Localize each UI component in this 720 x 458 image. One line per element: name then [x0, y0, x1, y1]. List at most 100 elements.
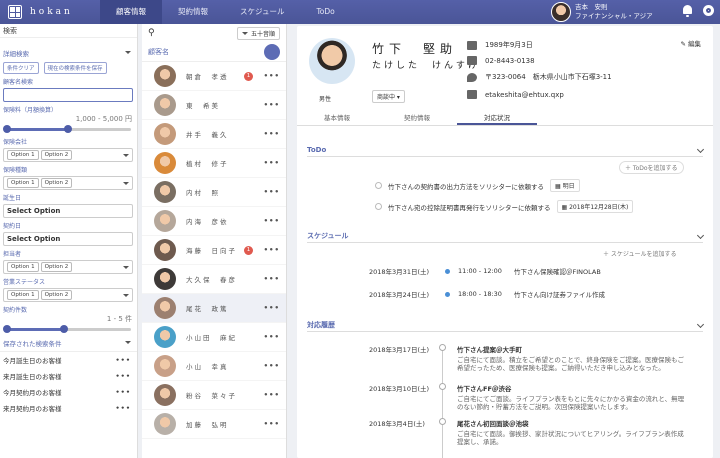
chevron-down-icon[interactable] [696, 231, 705, 240]
saved-search-title[interactable]: 保存された検索条件 [3, 338, 62, 348]
nav-todo[interactable]: ToDo [300, 0, 350, 24]
history-section-header[interactable]: 対応履歴 [307, 318, 705, 332]
insurer-chip-2[interactable]: Option 2 [40, 150, 73, 160]
more-icon[interactable]: ••• [264, 188, 280, 196]
more-icon[interactable]: ••• [264, 217, 280, 225]
user-menu[interactable]: 吉本 安則 ファイナンシャル・アジア [551, 2, 653, 22]
history-item[interactable]: 2018年3月17日(土) 竹下さん提案＠大手町 ご自宅にて面談。積立をご希望とのこ… [369, 344, 689, 372]
clear-filter-button[interactable]: 条件クリア [3, 62, 39, 74]
schedule-item[interactable]: 2018年3月31日(土) 11:00 - 12:00 竹下さん保険確認＠FINOL… [369, 266, 601, 276]
customer-row[interactable]: 井手 義久 ••• [142, 120, 286, 149]
nav-customers[interactable]: 顧客情報 [100, 0, 162, 24]
customer-detail-panel: 男性 竹下 堅助 たけした けんすけ 商談中 ▾ 1989年9月3日 02-84… [297, 26, 713, 458]
location-icon [467, 72, 477, 82]
premium-slider[interactable] [3, 125, 131, 133]
saved-search-item[interactable]: 今月誕生日のお客様 ••• [0, 352, 137, 368]
schedule-section-header[interactable]: スケジュール [307, 229, 705, 243]
more-icon[interactable]: ••• [116, 356, 131, 364]
more-icon[interactable]: ••• [264, 420, 280, 428]
more-icon[interactable]: ••• [116, 388, 131, 396]
more-icon[interactable]: ••• [264, 101, 280, 109]
more-icon[interactable]: ••• [264, 275, 280, 283]
history-item[interactable]: 2018年3月10日(土) 竹下さんFF＠渋谷 ご自宅にてご面談。ライフプラン表をも… [369, 383, 689, 411]
customer-row[interactable]: 内海 彦依 ••• [142, 207, 286, 236]
type-chip-2[interactable]: Option 2 [40, 178, 73, 188]
history-item[interactable]: 2018年3月4日(土) 尾花さん初回面談＠池袋 ご自宅にて面談。御挨拶、家計状況に… [369, 418, 689, 446]
todo-item[interactable]: 竹下さんの契約書の出力方法をソリシターに依頼する ▦ 明日 [375, 179, 580, 192]
todo-checkbox[interactable] [375, 203, 382, 210]
chevron-down-icon[interactable] [696, 320, 705, 329]
more-icon[interactable]: ••• [116, 404, 131, 412]
more-icon[interactable]: ••• [264, 362, 280, 370]
saved-search-item[interactable]: 今月契約月のお客様 ••• [0, 384, 137, 400]
staff-chip-2[interactable]: Option 2 [40, 262, 73, 272]
more-icon[interactable]: ••• [264, 72, 280, 80]
tab-contract-info[interactable]: 契約情報 [377, 110, 457, 125]
more-icon[interactable]: ••• [116, 372, 131, 380]
nav-contracts[interactable]: 契約情報 [162, 0, 224, 24]
tab-status[interactable]: 対応状況 [457, 110, 537, 125]
customer-row[interactable]: 植村 修子 ••• [142, 149, 286, 178]
customer-row[interactable]: 粉谷 菜々子 ••• [142, 381, 286, 410]
person-search-icon[interactable]: ⚲ [148, 28, 155, 38]
staff-select[interactable]: Option 1 Option 2 [3, 260, 133, 274]
saved-search-item[interactable]: 来月誕生日のお客様 ••• [0, 368, 137, 384]
insurer-select[interactable]: Option 1 Option 2 [3, 148, 133, 162]
contract-date-select[interactable]: Select Option [3, 232, 133, 246]
history-date: 2018年3月4日(土) [369, 420, 425, 428]
schedule-item[interactable]: 2018年3月24日(土) 18:00 - 18:30 竹下さん向け証券ファイル作成 [369, 289, 605, 299]
add-schedule-button[interactable]: ＋ スケジュールを追加する [603, 249, 677, 258]
more-icon[interactable]: ••• [264, 333, 280, 341]
bell-icon[interactable] [682, 5, 693, 17]
customer-row[interactable]: 海藤 日向子 1 ••• [142, 236, 286, 265]
staff-chip-1[interactable]: Option 1 [7, 262, 39, 272]
todo-date[interactable]: ▦ 2018年12月28日(木) [556, 200, 634, 213]
customer-row[interactable]: 内村 照 ••• [142, 178, 286, 207]
customer-row[interactable]: 朝倉 孝透 1 ••• [142, 62, 286, 91]
customer-search-input[interactable] [3, 88, 133, 102]
saved-search-item[interactable]: 来月契約月のお客様 ••• [0, 400, 137, 416]
add-customer-icon[interactable] [264, 43, 280, 60]
schedule-dot [445, 291, 450, 297]
detail-search-label[interactable]: 詳細検索 [3, 48, 29, 58]
more-icon[interactable]: ••• [264, 391, 280, 399]
user-name: 吉本 安則 [575, 3, 608, 11]
chevron-down-icon[interactable] [125, 51, 131, 54]
birthday-select[interactable]: Select Option [3, 204, 133, 218]
todo-section-header[interactable]: ToDo [307, 143, 705, 157]
todo-date[interactable]: ▦ 明日 [550, 179, 580, 192]
sort-select[interactable]: 五十音順 [236, 26, 280, 40]
edit-button[interactable]: ✎ 編集 [680, 38, 701, 48]
customer-row[interactable]: 加藤 弘明 ••• [142, 410, 286, 439]
more-icon[interactable]: ••• [264, 304, 280, 312]
customer-row[interactable]: 小山 幸真 ••• [142, 352, 286, 381]
type-chip-1[interactable]: Option 1 [7, 178, 39, 188]
more-icon[interactable]: ••• [264, 246, 280, 254]
sales-status-select[interactable]: Option 1 Option 2 [3, 288, 133, 302]
status-chip-2[interactable]: Option 2 [40, 290, 73, 300]
todo-checkbox[interactable] [375, 182, 382, 189]
add-todo-button[interactable]: ＋ ToDoを追加する [619, 161, 684, 174]
status-select[interactable]: 商談中 ▾ [372, 90, 405, 103]
schedule-title: スケジュール [307, 231, 349, 240]
customer-row[interactable]: 小山田 麻紀 ••• [142, 323, 286, 352]
customer-row[interactable]: 東 希美 ••• [142, 91, 286, 120]
customer-row[interactable]: 尾花 政篤 ••• [142, 294, 286, 323]
insurer-chip-1[interactable]: Option 1 [7, 150, 39, 160]
nav-schedule[interactable]: スケジュール [224, 0, 300, 24]
contracts-slider[interactable] [3, 325, 131, 333]
more-icon[interactable]: ••• [264, 130, 280, 138]
app-logo[interactable]: hokan [0, 5, 100, 19]
chevron-down-icon[interactable] [696, 145, 705, 154]
save-filter-button[interactable]: 現在の検索条件を保存 [43, 62, 107, 74]
customer-avatar [154, 326, 176, 348]
customer-row[interactable]: 大久保 春彦 ••• [142, 265, 286, 294]
status-chip-1[interactable]: Option 1 [7, 290, 39, 300]
gear-icon[interactable] [703, 5, 714, 16]
type-select[interactable]: Option 1 Option 2 [3, 176, 133, 190]
chevron-down-icon[interactable] [125, 341, 131, 344]
schedule-text: 竹下さん向け証券ファイル作成 [514, 291, 605, 299]
todo-item[interactable]: 竹下さん宛の控除証明書再発行をソリシターに依頼する ▦ 2018年12月28日(木… [375, 200, 634, 213]
tab-basic-info[interactable]: 基本情報 [297, 110, 377, 125]
more-icon[interactable]: ••• [264, 159, 280, 167]
